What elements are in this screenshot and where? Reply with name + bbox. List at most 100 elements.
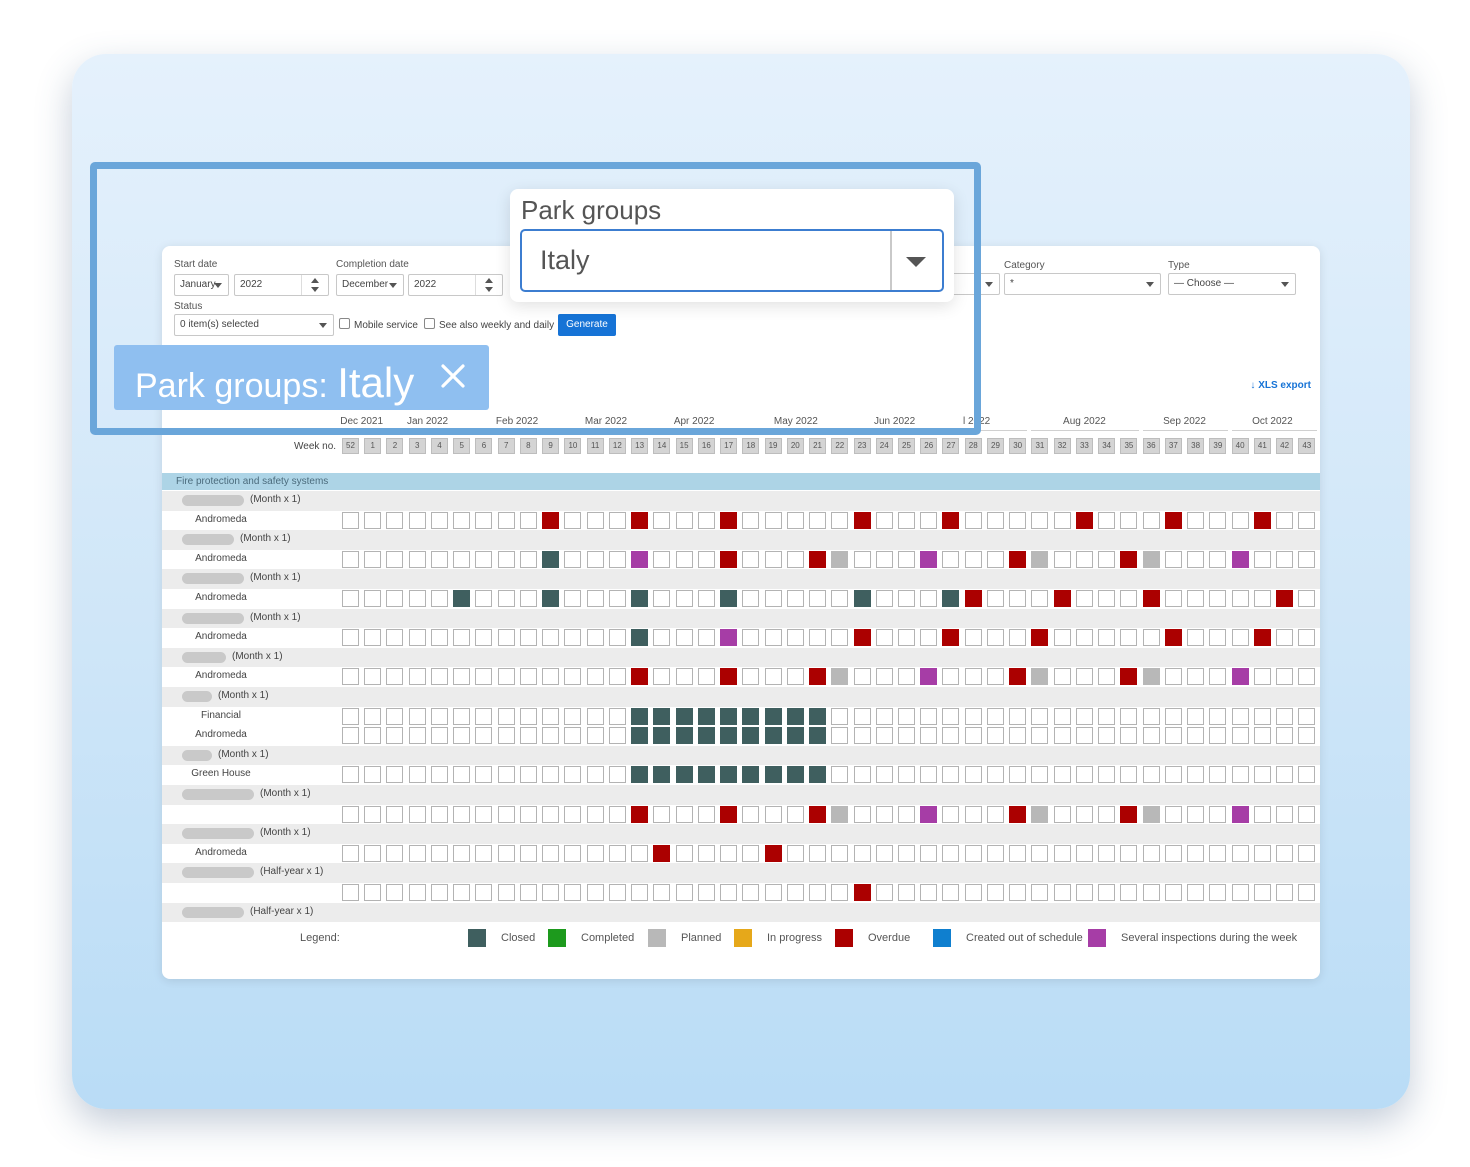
empty-cell[interactable] xyxy=(564,511,582,529)
empty-cell[interactable] xyxy=(342,884,359,901)
empty-cell[interactable] xyxy=(564,844,582,862)
empty-cell[interactable] xyxy=(853,707,871,725)
empty-cell[interactable] xyxy=(786,629,804,647)
empty-cell[interactable] xyxy=(586,766,604,784)
empty-cell[interactable] xyxy=(875,844,893,862)
empty-cell[interactable] xyxy=(386,629,404,647)
empty-cell[interactable] xyxy=(519,668,537,686)
empty-cell[interactable] xyxy=(653,511,671,529)
empty-cell[interactable] xyxy=(408,550,426,568)
status-cell[interactable] xyxy=(720,511,738,529)
status-cell[interactable] xyxy=(653,707,671,725)
empty-cell[interactable] xyxy=(853,550,871,568)
empty-cell[interactable] xyxy=(497,805,515,823)
empty-cell[interactable] xyxy=(564,629,582,647)
status-cell[interactable] xyxy=(1075,511,1093,529)
empty-cell[interactable] xyxy=(542,844,560,862)
empty-cell[interactable] xyxy=(1120,511,1138,529)
empty-cell[interactable] xyxy=(653,884,671,901)
empty-cell[interactable] xyxy=(430,766,448,784)
empty-cell[interactable] xyxy=(697,805,715,823)
empty-cell[interactable] xyxy=(364,766,382,784)
empty-cell[interactable] xyxy=(675,805,693,823)
empty-cell[interactable] xyxy=(675,629,693,647)
empty-cell[interactable] xyxy=(986,550,1004,568)
status-cell[interactable] xyxy=(1142,550,1160,568)
empty-cell[interactable] xyxy=(1253,805,1271,823)
empty-cell[interactable] xyxy=(920,884,938,901)
empty-cell[interactable] xyxy=(1253,550,1271,568)
empty-cell[interactable] xyxy=(809,884,827,901)
status-cell[interactable] xyxy=(786,707,804,725)
empty-cell[interactable] xyxy=(519,727,537,745)
empty-cell[interactable] xyxy=(986,668,1004,686)
empty-cell[interactable] xyxy=(853,668,871,686)
empty-cell[interactable] xyxy=(1009,511,1027,529)
empty-cell[interactable] xyxy=(519,805,537,823)
empty-cell[interactable] xyxy=(497,550,515,568)
empty-cell[interactable] xyxy=(453,629,471,647)
empty-cell[interactable] xyxy=(653,629,671,647)
empty-cell[interactable] xyxy=(564,805,582,823)
empty-cell[interactable] xyxy=(786,844,804,862)
empty-cell[interactable] xyxy=(564,668,582,686)
empty-cell[interactable] xyxy=(720,884,738,901)
empty-cell[interactable] xyxy=(920,766,938,784)
empty-cell[interactable] xyxy=(542,727,560,745)
empty-cell[interactable] xyxy=(608,844,626,862)
empty-cell[interactable] xyxy=(564,727,582,745)
status-cell[interactable] xyxy=(631,805,649,823)
empty-cell[interactable] xyxy=(342,590,359,607)
empty-cell[interactable] xyxy=(875,805,893,823)
empty-cell[interactable] xyxy=(364,844,382,862)
empty-cell[interactable] xyxy=(653,668,671,686)
status-cell[interactable] xyxy=(1164,629,1182,647)
empty-cell[interactable] xyxy=(1098,766,1116,784)
empty-cell[interactable] xyxy=(1031,766,1049,784)
empty-cell[interactable] xyxy=(364,511,382,529)
empty-cell[interactable] xyxy=(1142,511,1160,529)
empty-cell[interactable] xyxy=(1209,727,1227,745)
empty-cell[interactable] xyxy=(831,884,849,901)
empty-cell[interactable] xyxy=(564,590,582,607)
empty-cell[interactable] xyxy=(608,550,626,568)
empty-cell[interactable] xyxy=(1164,844,1182,862)
status-cell[interactable] xyxy=(742,766,760,784)
empty-cell[interactable] xyxy=(586,844,604,862)
empty-cell[interactable] xyxy=(542,707,560,725)
empty-cell[interactable] xyxy=(742,805,760,823)
status-cell[interactable] xyxy=(1142,590,1160,607)
empty-cell[interactable] xyxy=(342,550,359,568)
empty-cell[interactable] xyxy=(408,805,426,823)
empty-cell[interactable] xyxy=(964,844,982,862)
empty-cell[interactable] xyxy=(342,727,359,745)
empty-cell[interactable] xyxy=(1009,844,1027,862)
empty-cell[interactable] xyxy=(920,707,938,725)
empty-cell[interactable] xyxy=(586,511,604,529)
empty-cell[interactable] xyxy=(831,511,849,529)
status-cell[interactable] xyxy=(1142,668,1160,686)
empty-cell[interactable] xyxy=(497,511,515,529)
empty-cell[interactable] xyxy=(497,629,515,647)
empty-cell[interactable] xyxy=(1164,884,1182,901)
empty-cell[interactable] xyxy=(1187,884,1205,901)
empty-cell[interactable] xyxy=(497,707,515,725)
empty-cell[interactable] xyxy=(586,550,604,568)
empty-cell[interactable] xyxy=(875,550,893,568)
empty-cell[interactable] xyxy=(475,844,493,862)
empty-cell[interactable] xyxy=(964,550,982,568)
status-cell[interactable] xyxy=(1009,805,1027,823)
park-groups-select[interactable]: Italy xyxy=(520,229,944,292)
status-cell[interactable] xyxy=(720,668,738,686)
status-cell[interactable] xyxy=(920,668,938,686)
status-cell[interactable] xyxy=(964,590,982,607)
empty-cell[interactable] xyxy=(1120,766,1138,784)
empty-cell[interactable] xyxy=(586,668,604,686)
status-cell[interactable] xyxy=(1120,668,1138,686)
empty-cell[interactable] xyxy=(519,884,537,901)
empty-cell[interactable] xyxy=(764,668,782,686)
empty-cell[interactable] xyxy=(1209,590,1227,607)
empty-cell[interactable] xyxy=(1298,766,1316,784)
status-cell[interactable] xyxy=(1031,668,1049,686)
empty-cell[interactable] xyxy=(831,629,849,647)
